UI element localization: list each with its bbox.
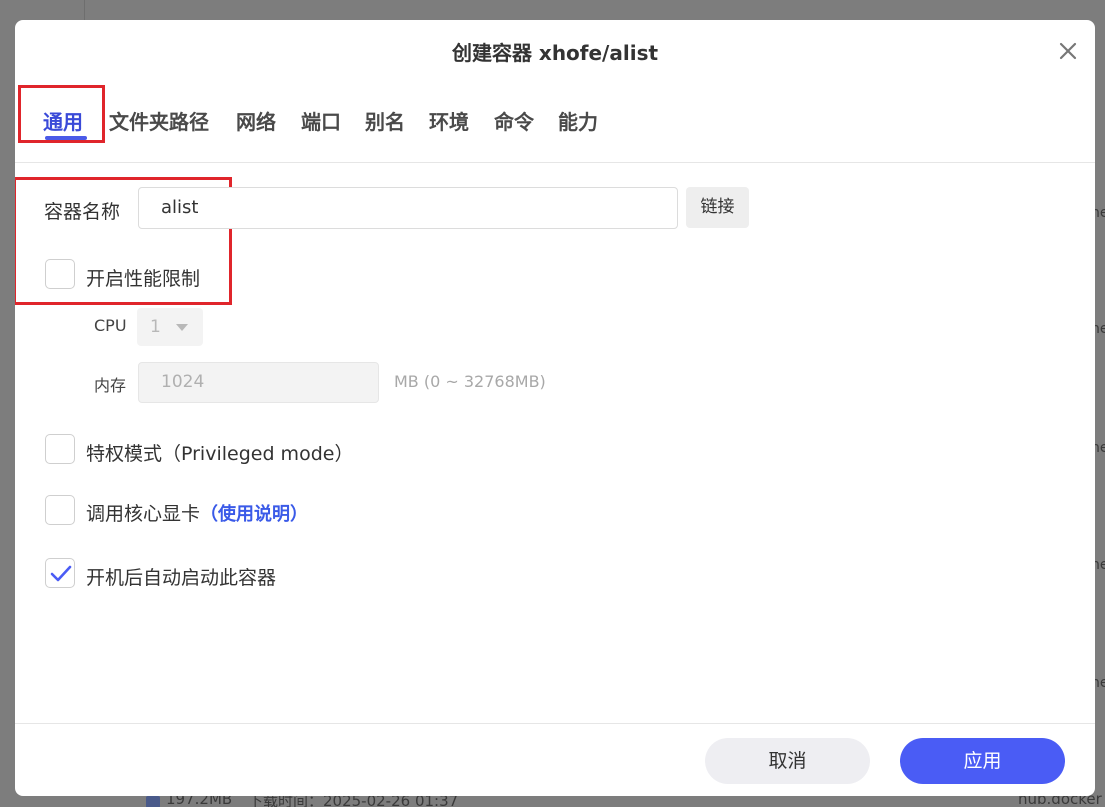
- background-divider: [84, 0, 85, 20]
- tab-capabilities[interactable]: 能力: [558, 106, 598, 135]
- close-button[interactable]: [1055, 38, 1081, 64]
- perf-limit-label: 开启性能限制: [86, 268, 201, 290]
- checkmark-icon: [50, 565, 72, 582]
- tab-network[interactable]: 网络: [236, 106, 276, 135]
- privileged-checkbox[interactable]: [45, 434, 75, 464]
- autostart-label: 开机后自动启动此容器: [86, 567, 277, 589]
- memory-unit: MB (0 ~ 32768MB): [394, 372, 546, 391]
- tab-bar: 通用 文件夹路径 网络 端口 别名 环境 命令 能力: [15, 100, 1095, 140]
- gpu-checkbox[interactable]: [45, 495, 75, 525]
- create-container-dialog: 创建容器 xhofe/alist 通用 文件夹路径 网络 端口 别名 环境 命令…: [15, 20, 1095, 796]
- chevron-down-icon: [176, 324, 188, 331]
- cpu-select[interactable]: 1: [137, 308, 203, 346]
- cancel-button[interactable]: 取消: [705, 738, 870, 784]
- cpu-label: CPU: [94, 316, 127, 335]
- apply-button[interactable]: 应用: [900, 738, 1065, 784]
- footer-divider: [15, 723, 1095, 724]
- container-name-input[interactable]: alist: [138, 187, 678, 229]
- tab-environment[interactable]: 环境: [429, 106, 469, 135]
- memory-input[interactable]: 1024: [138, 362, 379, 403]
- gpu-label-row: 调用核心显卡（使用说明）: [86, 499, 308, 526]
- highlight-box-tab: [18, 85, 105, 143]
- close-icon: [1059, 42, 1077, 60]
- memory-label: 内存: [94, 376, 127, 395]
- dialog-title: 创建容器 xhofe/alist: [451, 41, 659, 65]
- perf-limit-checkbox[interactable]: [45, 259, 75, 289]
- cpu-value: 1: [150, 317, 161, 337]
- link-button[interactable]: 链接: [686, 187, 749, 228]
- usage-guide-link[interactable]: （使用说明）: [200, 504, 308, 525]
- tab-folder-paths[interactable]: 文件夹路径: [109, 106, 209, 135]
- autostart-checkbox[interactable]: [45, 558, 75, 588]
- tab-command[interactable]: 命令: [494, 106, 534, 135]
- privileged-label: 特权模式（Privileged mode）: [86, 443, 354, 465]
- dialog-header: 创建容器 xhofe/alist: [15, 20, 1095, 78]
- tab-ports[interactable]: 端口: [301, 106, 341, 135]
- tab-aliases[interactable]: 别名: [365, 106, 405, 135]
- gpu-label: 调用核心显卡: [86, 503, 201, 525]
- tabs-divider: [15, 162, 1095, 163]
- container-name-label: 容器名称: [44, 201, 121, 223]
